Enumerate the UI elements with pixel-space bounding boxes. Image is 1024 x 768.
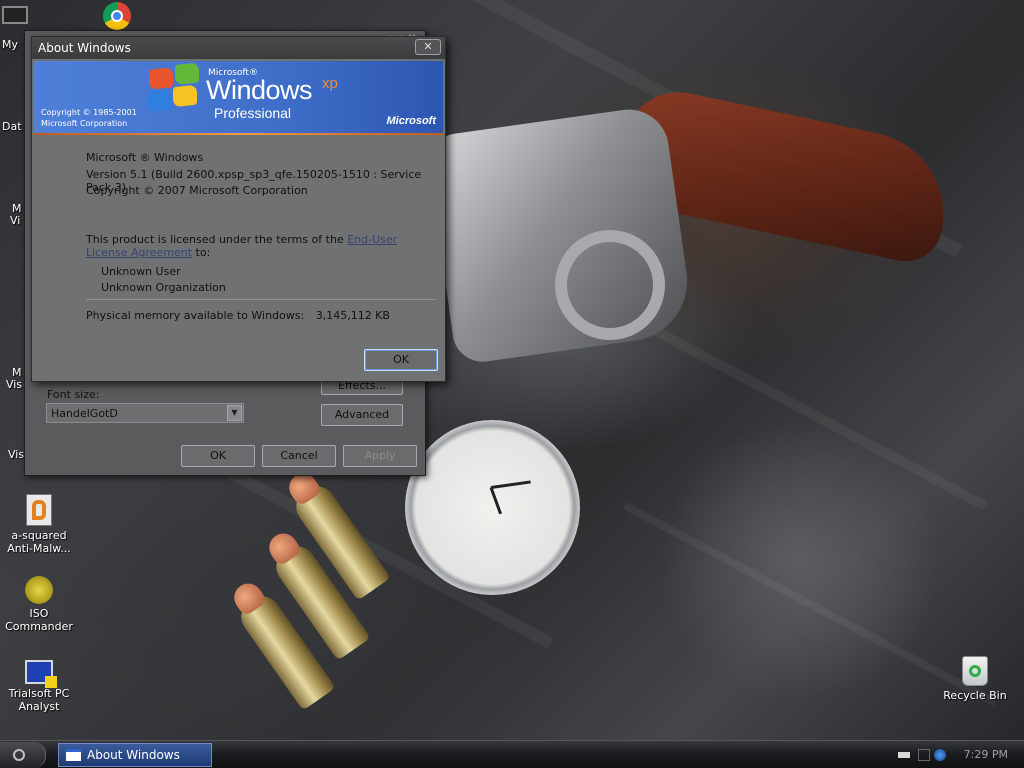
licensed-organization: Unknown Organization bbox=[101, 281, 226, 294]
close-icon[interactable]: ✕ bbox=[415, 39, 441, 55]
start-orb-icon bbox=[13, 749, 25, 761]
desktop-icon-label: ISO bbox=[29, 607, 49, 620]
product-name: Microsoft ® Windows bbox=[86, 151, 204, 164]
pc-analyst-icon bbox=[25, 660, 57, 688]
desktop-icon-label-my: My bbox=[2, 38, 19, 51]
license-text-line2: License Agreement to: bbox=[86, 246, 211, 259]
desktop-icon-label: Trialsoft PC bbox=[8, 687, 70, 700]
about-ok-button[interactable]: OK bbox=[364, 349, 438, 371]
chrome-icon bbox=[103, 2, 131, 30]
copyright-info: Copyright © 2007 Microsoft Corporation bbox=[86, 184, 308, 197]
dialog-title: About Windows bbox=[38, 41, 131, 55]
separator bbox=[86, 299, 436, 300]
logo-xp-text: xp bbox=[322, 75, 338, 92]
about-windows-dialog: About Windows ✕ Microsoft® Windows xp Pr… bbox=[31, 36, 446, 382]
windows-xp-banner: Microsoft® Windows xp Professional Copyr… bbox=[34, 61, 443, 135]
dialog-titlebar[interactable]: About Windows ✕ bbox=[32, 37, 445, 59]
volume-icon[interactable] bbox=[918, 749, 930, 761]
pocket-watch-image bbox=[405, 420, 580, 595]
licensed-user: Unknown User bbox=[101, 265, 181, 278]
font-size-label: Font size: bbox=[47, 388, 100, 401]
window-icon bbox=[66, 749, 81, 761]
desktop-icon-iso-commander[interactable]: ISO Commander bbox=[0, 576, 78, 633]
start-button[interactable] bbox=[0, 742, 46, 768]
network-icon[interactable] bbox=[934, 749, 946, 761]
license-text: This product is licensed under the terms… bbox=[86, 233, 398, 246]
taskbar-item-label: About Windows bbox=[87, 748, 180, 762]
keyboard-icon[interactable] bbox=[898, 752, 910, 758]
recycle-bin-icon bbox=[962, 656, 988, 686]
revolver-frame-image bbox=[425, 104, 695, 366]
desktop-icon-trialsoft[interactable]: Trialsoft PC Analyst bbox=[0, 660, 78, 713]
apply-button[interactable]: Apply bbox=[343, 445, 417, 467]
desktop-icon-label: a-squared bbox=[11, 529, 67, 542]
desktop-icon-label: Anti-Malw... bbox=[7, 542, 71, 555]
banner-accent-bar bbox=[34, 133, 443, 135]
desktop-icon-label: Recycle Bin bbox=[943, 689, 1007, 702]
desktop-icon-label: Commander bbox=[5, 620, 73, 633]
clock[interactable]: 7:29 PM bbox=[964, 748, 1008, 761]
microsoft-brand-logo: Microsoft bbox=[386, 115, 437, 127]
revolver-trigger-image bbox=[555, 230, 665, 340]
memory-label: Physical memory available to Windows: bbox=[86, 309, 305, 322]
cancel-button[interactable]: Cancel bbox=[262, 445, 336, 467]
taskbar: About Windows 7:29 PM bbox=[0, 740, 1024, 768]
desktop-icon-label-data[interactable]: Dat bbox=[2, 120, 22, 133]
desktop-icon-label-vis3[interactable]: Vis bbox=[8, 448, 24, 461]
chevron-down-icon[interactable]: ▼ bbox=[227, 405, 242, 421]
logo-windows-text: Windows bbox=[206, 75, 313, 105]
ok-button[interactable]: OK bbox=[181, 445, 255, 467]
desktop-icon-recycle-bin[interactable]: Recycle Bin bbox=[936, 656, 1014, 702]
memory-info: Physical memory available to Windows: 3,… bbox=[86, 309, 390, 322]
logo-edition-text: Professional bbox=[214, 105, 292, 121]
iso-disc-icon bbox=[25, 576, 53, 604]
desktop-icon-label-vis2-line2[interactable]: Vis bbox=[6, 378, 22, 391]
eula-link[interactable]: License Agreement bbox=[86, 246, 192, 259]
advanced-button[interactable]: Advanced bbox=[321, 404, 403, 426]
a-squared-icon bbox=[26, 494, 52, 526]
eula-link[interactable]: End-User bbox=[347, 233, 397, 246]
taskbar-item-about-windows[interactable]: About Windows bbox=[58, 743, 212, 767]
desktop-icon-label-vis1-line2[interactable]: Vi bbox=[10, 214, 20, 227]
desktop-icon-a-squared[interactable]: a-squared Anti-Malw... bbox=[0, 494, 78, 555]
windows-flag-icon bbox=[147, 62, 201, 115]
desktop-icon-label: Analyst bbox=[18, 700, 60, 713]
memory-value: 3,145,112 KB bbox=[315, 309, 390, 322]
monitor-icon bbox=[2, 6, 28, 24]
banner-copyright: Copyright © 1985-2001 Microsoft Corporat… bbox=[41, 108, 137, 128]
system-tray: 7:29 PM bbox=[892, 741, 1024, 768]
desktop-icon-chrome[interactable] bbox=[100, 2, 134, 33]
desktop-icon-my-computer[interactable] bbox=[0, 6, 30, 27]
font-size-select[interactable]: HandelGotD ▼ bbox=[46, 403, 244, 423]
font-size-value: HandelGotD bbox=[51, 407, 118, 420]
